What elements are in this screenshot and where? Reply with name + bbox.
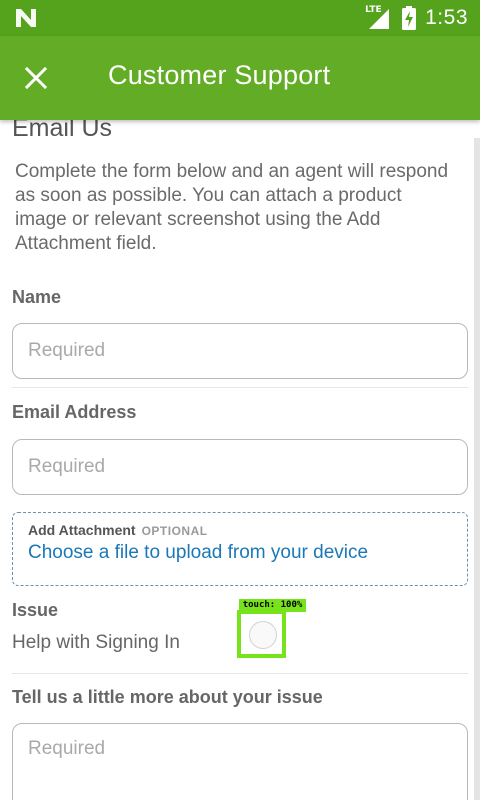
touch-ripple <box>249 621 277 649</box>
app-bar: Customer Support <box>0 36 480 120</box>
details-label: Tell us a little more about your issue <box>12 687 323 707</box>
optional-badge: OPTIONAL <box>141 524 208 538</box>
issue-details-field[interactable] <box>12 723 468 800</box>
support-form[interactable]: Email Us Complete the form below and an … <box>0 120 480 800</box>
page-title: Customer Support <box>108 60 331 90</box>
close-button[interactable] <box>16 58 56 98</box>
intro-text: Complete the form below and an agent wil… <box>15 161 449 254</box>
divider <box>12 673 468 674</box>
name-label: Name <box>12 287 62 307</box>
scrollbar[interactable] <box>474 138 480 800</box>
touch-indicator <box>237 610 286 658</box>
divider <box>12 387 468 388</box>
close-icon <box>25 67 47 89</box>
attachment-label-row: Add Attachment OPTIONAL <box>28 522 208 538</box>
issue-label: Issue <box>12 600 59 620</box>
email-field[interactable] <box>12 439 468 495</box>
status-time: 1:53 <box>425 6 468 29</box>
lte-signal-icon: LTE <box>363 5 393 30</box>
issue-select[interactable]: Help with Signing In <box>12 632 180 654</box>
status-icons: LTE 1:53 <box>363 0 468 36</box>
android-n-logo-icon <box>16 9 36 27</box>
email-label: Email Address <box>12 402 137 422</box>
battery-charging-icon <box>402 6 417 30</box>
section-title: Email Us <box>12 120 113 142</box>
add-attachment-field[interactable]: Add Attachment OPTIONAL Choose a file to … <box>12 512 468 586</box>
name-field[interactable] <box>12 323 468 379</box>
status-bar: LTE 1:53 <box>0 0 480 36</box>
choose-file-link[interactable]: Choose a file to upload from your device <box>28 542 368 564</box>
attachment-label: Add Attachment <box>28 522 136 538</box>
